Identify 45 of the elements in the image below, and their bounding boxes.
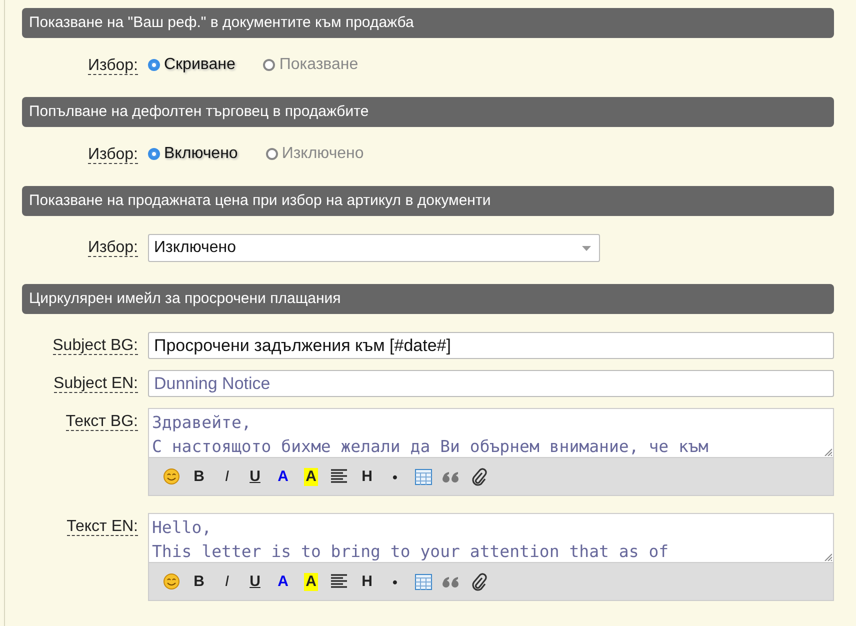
highlight-button[interactable]: A — [304, 572, 318, 590]
bold-button[interactable]: B — [192, 468, 206, 486]
table-icon[interactable] — [414, 468, 432, 484]
table-icon[interactable] — [414, 574, 432, 590]
field-label: Текст BG: — [66, 413, 138, 431]
underline-button[interactable]: U — [248, 468, 262, 486]
field-label: Текст EN: — [66, 518, 138, 536]
input-field[interactable]: Dunning Notice — [148, 370, 834, 397]
bullet-button[interactable]: • — [390, 572, 400, 590]
radio-option[interactable]: Включено — [148, 145, 238, 163]
heading-button[interactable]: H — [360, 468, 374, 486]
italic-button[interactable]: I — [222, 572, 232, 590]
radio-option[interactable]: Скриване — [148, 56, 236, 74]
italic-button[interactable]: I — [222, 468, 232, 486]
smiley-icon[interactable] — [162, 468, 180, 485]
align-left-icon[interactable] — [330, 574, 348, 590]
color-button[interactable]: A — [276, 468, 290, 486]
field-label: Subject EN: — [54, 375, 138, 393]
field-label: Избор: — [88, 57, 138, 75]
smiley-icon[interactable] — [162, 573, 180, 590]
paperclip-icon[interactable] — [471, 468, 487, 486]
resize-grip-icon[interactable] — [824, 448, 832, 456]
section-header: Показване на "Ваш реф." в документите към продажба — [22, 8, 834, 38]
quote-icon[interactable] — [442, 470, 460, 482]
field-label: Избор: — [88, 239, 138, 257]
caret-icon — [582, 246, 591, 250]
color-button[interactable]: A — [276, 572, 290, 590]
section-header: Показване на продажната цена при избор на артикул в документи — [22, 186, 834, 216]
resize-grip-icon[interactable] — [824, 553, 832, 561]
dropdown[interactable]: Изключено — [148, 234, 600, 262]
field-label: Subject BG: — [52, 337, 138, 355]
heading-button[interactable]: H — [360, 572, 374, 590]
highlight-button[interactable]: A — [304, 468, 318, 486]
paperclip-icon[interactable] — [471, 572, 487, 590]
field-label: Избор: — [88, 146, 138, 164]
quote-icon[interactable] — [442, 576, 460, 588]
text-area[interactable]: Здравейте, С настоящото бихме желали да Ви обърнем внимание, че към — [148, 408, 834, 458]
align-left-icon[interactable] — [330, 468, 348, 484]
text-area[interactable]: Hello, This letter is to bring to your attention that as of — [148, 513, 834, 563]
section-header: Циркулярен имейл за просрочени плащания — [22, 284, 834, 314]
bold-button[interactable]: B — [192, 572, 206, 590]
bullet-button[interactable]: • — [390, 468, 400, 486]
input-field[interactable]: Просрочени задължения към [#date#] — [148, 332, 834, 359]
section-header: Попълване на дефолтен търговец в продажбите — [22, 97, 834, 127]
underline-button[interactable]: U — [248, 572, 262, 590]
